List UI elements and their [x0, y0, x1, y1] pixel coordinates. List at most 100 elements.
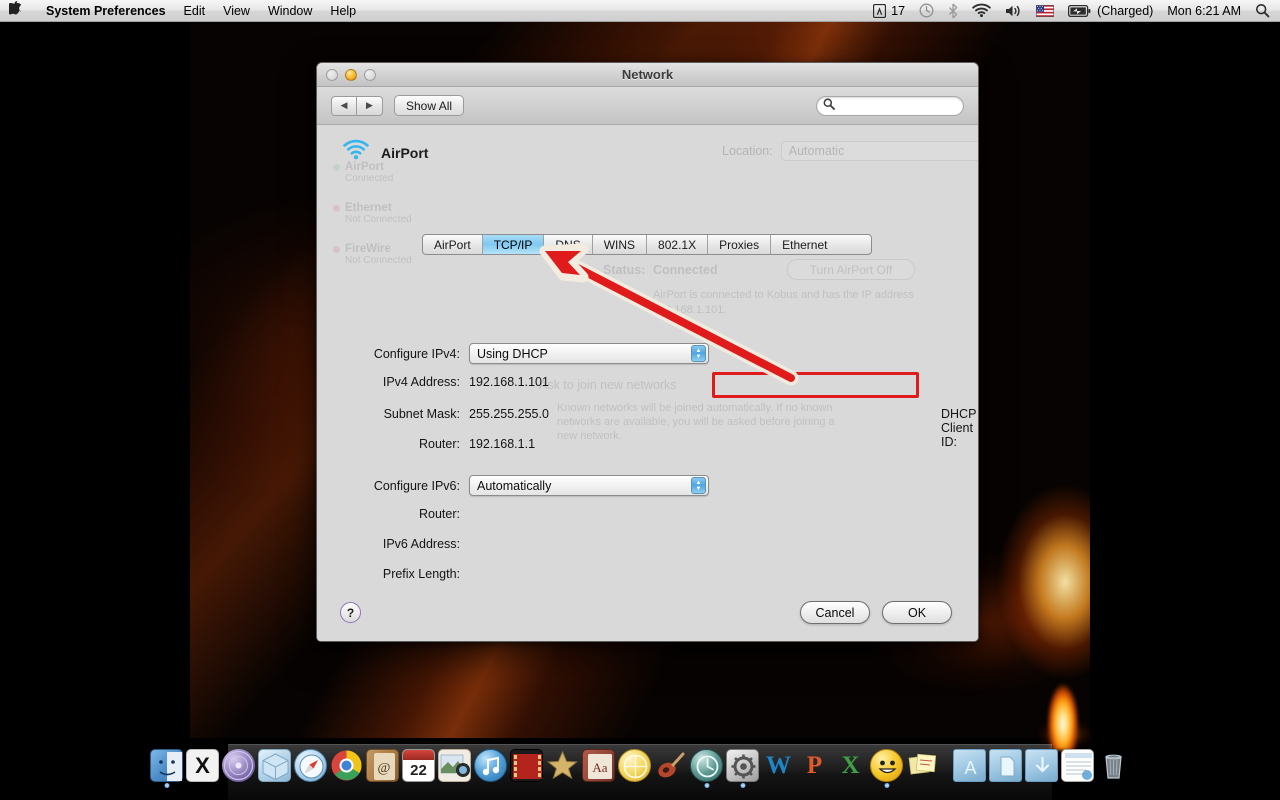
dock-item-disc-burner[interactable]	[222, 749, 255, 782]
search-field[interactable]	[816, 95, 964, 116]
dock-item-safari[interactable]	[294, 749, 327, 782]
tab-airport[interactable]: AirPort	[423, 235, 483, 254]
airport-wifi-icon[interactable]	[965, 3, 998, 18]
dock-item-applications-folder[interactable]: A	[953, 749, 986, 782]
location-label: Location:	[722, 144, 773, 158]
dock-item-trash[interactable]	[1097, 749, 1130, 782]
window-toolbar: ◀ ▶ Show All	[317, 87, 978, 125]
chevron-updown-icon: ▲ ▼	[691, 477, 706, 494]
prefix-length-label: Prefix Length:	[382, 567, 460, 581]
window-footer: ? Cancel OK	[317, 590, 978, 641]
menu-item-help[interactable]: Help	[321, 4, 365, 18]
screen: System Preferences Edit View Window Help…	[0, 0, 1280, 800]
wallpaper-flame	[1040, 662, 1086, 750]
subnet-mask-row: Subnet Mask: 255.255.255.0	[341, 407, 549, 421]
location-dropdown[interactable]: Automatic ▲▼	[780, 141, 978, 161]
window-title-bar[interactable]: Network	[317, 63, 978, 87]
chevron-updown-icon: ▲ ▼	[691, 345, 706, 362]
configure-ipv4-label: Configure IPv4:	[373, 346, 460, 361]
dock-item-address-book[interactable]: @	[366, 749, 399, 782]
configure-ipv4-row: Configure IPv4: Using DHCP ▲ ▼	[341, 343, 709, 364]
menu-bar: System Preferences Edit View Window Help…	[0, 0, 1280, 22]
menu-item-window[interactable]: Window	[259, 4, 321, 18]
router-label: Router:	[419, 437, 460, 451]
menu-bar-clock[interactable]: Mon 6:21 AM	[1160, 4, 1248, 18]
dock-item-time-machine[interactable]	[690, 749, 723, 788]
ghost-service-status: Connected	[345, 173, 394, 184]
time-machine-icon[interactable]	[912, 3, 941, 18]
dock-item-idvd[interactable]	[510, 749, 543, 782]
running-indicator	[740, 783, 745, 788]
dock-item-cube-app[interactable]	[258, 749, 291, 782]
running-indicator	[704, 783, 709, 788]
dock-item-iphoto[interactable]	[438, 749, 471, 782]
calendar-day: 22	[410, 762, 427, 779]
volume-icon[interactable]	[998, 4, 1029, 18]
tab-tcpip[interactable]: TCP/IP	[482, 235, 545, 254]
airport-icon	[343, 139, 369, 166]
dock: X @ 22 Aa W P X A	[150, 744, 1122, 800]
ok-button[interactable]: OK	[882, 601, 952, 624]
subnet-mask-value: 255.255.255.0	[469, 407, 549, 421]
window-body: AirPort Connected Ethernet Not Connected…	[317, 125, 978, 641]
dock-item-imovie[interactable]	[546, 749, 579, 782]
location-row: Location: Automatic ▲▼	[722, 141, 978, 161]
menu-item-system-preferences[interactable]: System Preferences	[37, 4, 175, 18]
tab-ethernet[interactable]: Ethernet	[771, 235, 838, 254]
footer-actions: Cancel OK	[800, 601, 952, 624]
subnet-mask-label: Subnet Mask:	[383, 407, 460, 421]
back-button[interactable]: ◀	[331, 95, 357, 116]
configure-ipv4-dropdown[interactable]: Using DHCP ▲ ▼	[469, 343, 709, 364]
apple-menu-icon[interactable]	[6, 1, 23, 20]
dock-item-downloads-folder[interactable]	[1025, 749, 1058, 782]
forward-button[interactable]: ▶	[357, 95, 383, 116]
dock-item-messenger[interactable]	[870, 749, 903, 788]
dock-item-microsoft-excel[interactable]: X	[834, 749, 867, 782]
tab-proxies[interactable]: Proxies	[708, 235, 772, 254]
dock-item-system-preferences[interactable]	[726, 749, 759, 788]
ghost-service-firewire: FireWire Not Connected	[333, 243, 425, 266]
dhcp-client-id-row: DHCP Client ID:	[941, 407, 978, 449]
status-dot-disconnected-icon	[333, 246, 340, 253]
ipv4-address-value: 192.168.1.101	[469, 375, 549, 389]
search-input[interactable]	[839, 99, 957, 112]
menu-extra-app-badge[interactable]: 17	[866, 3, 912, 18]
dock-item-dictionary[interactable]: Aa	[582, 749, 615, 782]
dock-item-x11[interactable]: X	[186, 749, 219, 782]
dock-item-finder[interactable]	[150, 749, 183, 788]
menu-item-edit[interactable]: Edit	[175, 4, 215, 18]
dock-item-garageband[interactable]	[654, 749, 687, 782]
dock-item-microsoft-powerpoint[interactable]: P	[798, 749, 831, 782]
dock-item-documents-folder[interactable]	[989, 749, 1022, 782]
cancel-button[interactable]: Cancel	[800, 601, 870, 624]
tab-8021x[interactable]: 802.1X	[647, 235, 709, 254]
configure-ipv6-dropdown[interactable]: Automatically ▲ ▼	[469, 475, 709, 496]
dock-item-preview-document[interactable]	[1061, 749, 1094, 782]
show-all-button[interactable]: Show All	[394, 95, 465, 116]
tab-dns[interactable]: DNS	[544, 235, 593, 254]
ghost-service-ethernet: Ethernet Not Connected	[333, 202, 425, 225]
bluetooth-icon[interactable]	[941, 3, 965, 19]
network-preferences-window: Network ◀ ▶ Show All AirPort Connected E…	[316, 62, 979, 642]
tcpip-pane: Configure IPv4: Using DHCP ▲ ▼ IPv4 Addre…	[341, 265, 976, 590]
help-button[interactable]: ?	[340, 602, 361, 623]
dock-item-itunes[interactable]	[474, 749, 507, 782]
us-flag-icon[interactable]	[1029, 4, 1061, 17]
dock-item-photo-booth[interactable]	[618, 749, 651, 782]
location-value: Automatic	[788, 144, 845, 158]
spotlight-search-icon[interactable]	[1248, 3, 1280, 18]
service-name: AirPort	[381, 144, 429, 161]
battery-icon[interactable]: (Charged)	[1061, 4, 1160, 18]
tab-wins[interactable]: WINS	[593, 235, 648, 254]
service-header: AirPort	[343, 139, 428, 166]
ipv4-address-label: IPv4 Address:	[382, 375, 460, 389]
configure-ipv6-value: Automatically	[477, 478, 552, 493]
status-dot-disconnected-icon	[333, 205, 340, 212]
menu-item-view[interactable]: View	[214, 4, 259, 18]
dock-item-microsoft-word[interactable]: W	[762, 749, 795, 782]
window-title: Network	[621, 67, 674, 82]
battery-status-label: (Charged)	[1097, 3, 1154, 18]
dock-item-stickies[interactable]	[906, 749, 939, 782]
dock-item-ical[interactable]: 22	[402, 749, 435, 782]
dock-item-google-chrome[interactable]	[330, 749, 363, 782]
